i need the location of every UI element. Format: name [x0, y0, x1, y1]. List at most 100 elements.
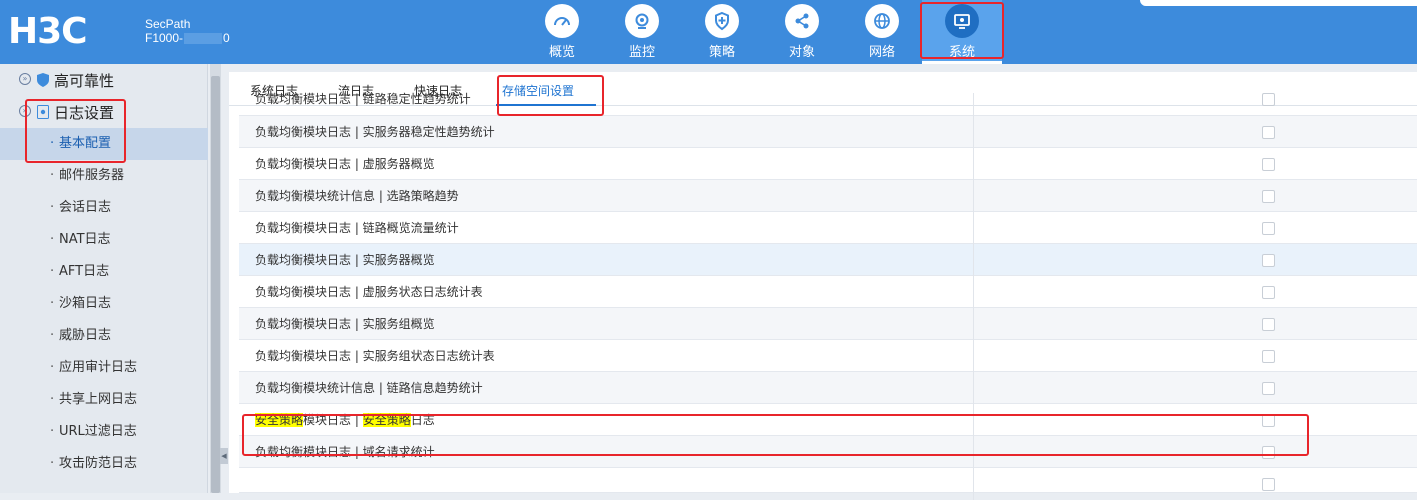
- sidebar-item-label: 邮件服务器: [59, 168, 125, 183]
- document-gear-icon: [37, 105, 49, 119]
- globe-icon: [874, 13, 890, 29]
- row-checkbox[interactable]: [1262, 446, 1275, 459]
- row-name: 安全策略模块日志 | 安全策略日志: [255, 413, 435, 427]
- search-highlight: 安全策略: [362, 413, 411, 427]
- nav-monitor[interactable]: 监控: [602, 0, 682, 64]
- row-name: 负载均衡模块日志 | 链路稳定性趋势统计: [255, 92, 471, 106]
- row-name: 负载均衡模块统计信息 | 链路信息趋势统计: [255, 381, 483, 395]
- product-line1: SecPath: [145, 17, 191, 31]
- row-name: 负载均衡模块日志 | 域名请求统计: [255, 445, 435, 459]
- table-row: 负载均衡模块日志 | 实服务组状态日志统计表: [239, 340, 1417, 372]
- sidebar-item-session-log[interactable]: · 会话日志: [0, 192, 208, 224]
- nav-system[interactable]: 系统: [922, 0, 1002, 64]
- nav-policy[interactable]: 策略: [682, 0, 762, 64]
- scrollbar-thumb[interactable]: [211, 76, 220, 493]
- product-line2-prefix: F1000-: [145, 31, 184, 45]
- table-row: 负载均衡模块日志 | 实服务器稳定性趋势统计: [239, 116, 1417, 148]
- row-checkbox[interactable]: [1262, 254, 1275, 267]
- nav-label: 网络: [868, 45, 895, 60]
- sidebar-item-label: NAT日志: [59, 232, 111, 247]
- search-box[interactable]: [1140, 0, 1417, 6]
- sidebar-group-ha[interactable]: » 高可靠性: [0, 70, 208, 92]
- table-row: 负载均衡模块日志 | 链路稳定性趋势统计: [239, 92, 1417, 116]
- row-checkbox[interactable]: [1262, 382, 1275, 395]
- row-checkbox[interactable]: [1262, 126, 1275, 139]
- row-checkbox[interactable]: [1262, 93, 1275, 106]
- table-row: 负载均衡模块统计信息 | 链路信息趋势统计: [239, 372, 1417, 404]
- shield-icon: [37, 73, 49, 87]
- row-checkbox[interactable]: [1262, 350, 1275, 363]
- sidebar-item-url-filter-log[interactable]: · URL过滤日志: [0, 416, 208, 448]
- collapse-sidebar-icon[interactable]: ◀: [220, 448, 228, 464]
- sidebar-item-sandbox-log[interactable]: · 沙箱日志: [0, 288, 208, 320]
- row-checkbox[interactable]: [1262, 478, 1275, 491]
- sidebar-item-label: 沙箱日志: [59, 296, 112, 311]
- expand-icon[interactable]: »: [19, 105, 31, 117]
- sidebar-item-basic-config[interactable]: · 基本配置: [0, 128, 208, 160]
- row-name: 负载均衡模块日志 | 实服务组概览: [255, 317, 435, 331]
- sidebar-item-mail-server[interactable]: · 邮件服务器: [0, 160, 208, 192]
- top-bar: H3C SecPath F1000- 0 概览 监控 策略 对象 网络 系统: [0, 0, 1417, 64]
- nav-network[interactable]: 网络: [842, 0, 922, 64]
- sidebar-item-shared-access-log[interactable]: · 共享上网日志: [0, 384, 208, 416]
- share-nodes-icon: [795, 13, 809, 29]
- nav-label: 监控: [628, 45, 655, 60]
- nav-overview[interactable]: 概览: [522, 0, 602, 64]
- sidebar-item-threat-log[interactable]: · 威胁日志: [0, 320, 208, 352]
- row-name: 负载均衡模块日志 | 链路概览流量统计: [255, 221, 459, 235]
- gauge-icon: [554, 17, 570, 26]
- sidebar-item-label: 会话日志: [59, 200, 112, 215]
- sidebar-item-label: 应用审计日志: [59, 360, 138, 375]
- table-row: 安全策略模块日志 | 安全策略日志: [239, 404, 1417, 436]
- sidebar-group-label: 高可靠性: [54, 72, 115, 90]
- shield-plus-icon: [715, 11, 729, 31]
- sidebar-scrollbar[interactable]: [210, 64, 221, 493]
- sidebar-item-label: 共享上网日志: [59, 392, 138, 407]
- row-checkbox[interactable]: [1262, 414, 1275, 427]
- table-row: 负载均衡模块日志 | 域名请求统计: [239, 436, 1417, 468]
- nav-label: 系统: [948, 45, 975, 60]
- nav-label: 策略: [708, 45, 735, 60]
- sidebar-item-label: AFT日志: [59, 264, 110, 279]
- row-name: 负载均衡模块统计信息 | 选路策略趋势: [255, 189, 459, 203]
- row-checkbox[interactable]: [1262, 222, 1275, 235]
- h3c-logo: H3C: [8, 12, 88, 48]
- search-highlight: 安全策略: [255, 413, 304, 427]
- product-line2-suffix: 0: [223, 31, 230, 45]
- sidebar-item-app-audit-log[interactable]: · 应用审计日志: [0, 352, 208, 384]
- row-name: 负载均衡模块日志 | 虚服务状态日志统计表: [255, 285, 483, 299]
- sidebar-group-label: 日志设置: [54, 104, 115, 122]
- nav-label: 概览: [548, 45, 575, 60]
- monitor-gear-icon: [954, 14, 970, 29]
- row-checkbox[interactable]: [1262, 190, 1275, 203]
- row-checkbox[interactable]: [1262, 286, 1275, 299]
- sidebar: » 高可靠性 » 日志设置 · 基本配置 · 邮件服务器 · 会话日志 · NAT日志 …: [0, 64, 208, 493]
- row-checkbox[interactable]: [1262, 158, 1275, 171]
- sidebar-item-attack-defense-log[interactable]: · 攻击防范日志: [0, 448, 208, 480]
- table-row: 负载均衡模块日志 | 实服务器概览: [239, 244, 1417, 276]
- table-row: 负载均衡模块日志 | 虚服务器概览: [239, 148, 1417, 180]
- table-row: 负载均衡模块统计信息 | 选路策略趋势: [239, 180, 1417, 212]
- row-checkbox[interactable]: [1262, 318, 1275, 331]
- sidebar-group-log-settings[interactable]: » 日志设置: [0, 102, 208, 124]
- sidebar-item-aft-log[interactable]: · AFT日志: [0, 256, 208, 288]
- product-name: SecPath F1000- 0: [145, 17, 230, 45]
- nav-object[interactable]: 对象: [762, 0, 842, 64]
- svg-text:H3C: H3C: [8, 12, 87, 48]
- main-panel: 系统日志 流日志 快速日志 存储空间设置 负载均衡模块日志 | 链路稳定性趋势统…: [229, 72, 1417, 500]
- sidebar-item-label: 基本配置: [59, 136, 112, 151]
- nav-label: 对象: [788, 45, 815, 60]
- row-name: 负载均衡模块日志 | 实服务器概览: [255, 253, 435, 267]
- row-name: 负载均衡模块日志 | 实服务器稳定性趋势统计: [255, 125, 495, 139]
- table-row: [239, 468, 1417, 500]
- row-name: 负载均衡模块日志 | 虚服务器概览: [255, 157, 435, 171]
- sidebar-item-nat-log[interactable]: · NAT日志: [0, 224, 208, 256]
- masked-model: [184, 33, 223, 45]
- table-row: 负载均衡模块日志 | 虚服务状态日志统计表: [239, 276, 1417, 308]
- expand-icon[interactable]: »: [19, 73, 31, 85]
- table-row: 负载均衡模块日志 | 链路概览流量统计: [239, 212, 1417, 244]
- sidebar-item-label: URL过滤日志: [59, 424, 137, 439]
- sidebar-item-label: 攻击防范日志: [59, 456, 138, 471]
- table-row: 负载均衡模块日志 | 实服务组概览: [239, 308, 1417, 340]
- row-name: 负载均衡模块日志 | 实服务组状态日志统计表: [255, 349, 495, 363]
